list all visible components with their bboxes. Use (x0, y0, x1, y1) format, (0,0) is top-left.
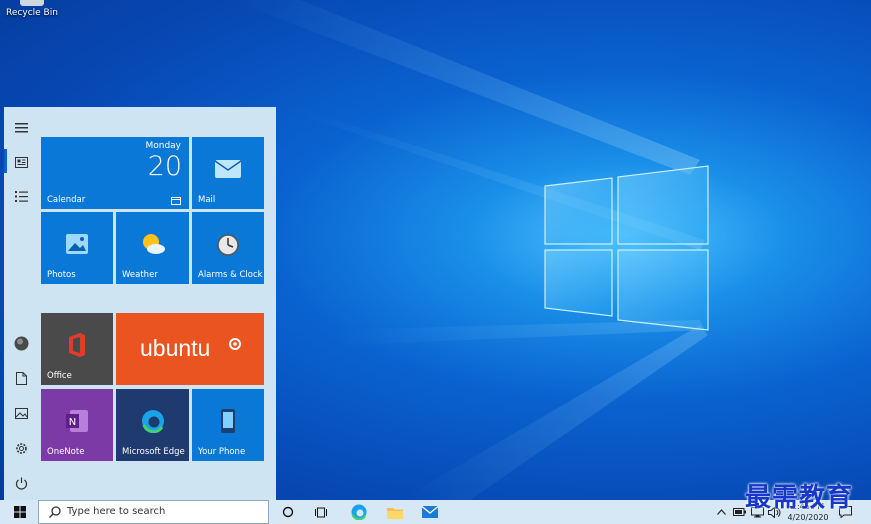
start-menu: Monday 20 Calendar Mail Photos Weather A… (4, 107, 276, 500)
tile-edge-label: Microsoft Edge (122, 447, 185, 457)
cortana-icon[interactable] (278, 500, 298, 524)
file-explorer-icon[interactable] (383, 500, 407, 524)
search-icon (49, 506, 61, 518)
tile-photos[interactable]: Photos (41, 212, 113, 284)
pictures-icon[interactable] (13, 405, 29, 421)
recycle-bin-shortcut[interactable]: Recycle Bin (6, 0, 58, 18)
start-rail (4, 107, 38, 500)
calendar-day-number: 20 (147, 151, 182, 182)
ubuntu-logo-icon (229, 338, 241, 350)
documents-icon[interactable] (13, 370, 29, 386)
tile-phone-label: Your Phone (198, 447, 246, 457)
tile-mail-label: Mail (198, 195, 216, 205)
tile-calendar-label: Calendar (47, 195, 86, 205)
tile-ubuntu[interactable]: ubuntu (116, 313, 264, 385)
photos-icon (66, 233, 88, 254)
tile-alarms-label: Alarms & Clock (198, 270, 263, 280)
office-icon (69, 332, 85, 357)
watermark: 最需教育 (745, 483, 854, 513)
tile-your-phone[interactable]: Your Phone (192, 389, 264, 461)
power-icon[interactable] (13, 475, 29, 491)
chevron-up-icon[interactable] (714, 500, 728, 524)
phone-icon (221, 408, 235, 433)
tile-mail[interactable]: Mail (192, 137, 264, 209)
tile-calendar[interactable]: Monday 20 Calendar (41, 137, 189, 209)
task-view-icon[interactable] (311, 500, 331, 524)
windows-start-icon[interactable] (8, 500, 32, 524)
desktop: Recycle Bin Monday 20 Calendar Mail Phot… (0, 0, 871, 500)
tile-photos-label: Photos (47, 270, 76, 280)
recycle-bin-label: Recycle Bin (6, 8, 58, 18)
search-box[interactable]: Type here to search (38, 500, 269, 524)
weather-icon (142, 233, 165, 254)
list-icon[interactable] (13, 188, 29, 204)
mail-taskbar-icon[interactable] (418, 500, 442, 524)
ubuntu-wordmark: ubuntu (140, 335, 211, 361)
edge-taskbar-icon[interactable] (347, 500, 371, 524)
calendar-icon (171, 197, 181, 205)
svg-text:N: N (69, 417, 76, 428)
calendar-day-name: Monday (145, 141, 181, 151)
taskbar: Type here to search 1:46 PM 4/20/2020 (0, 500, 871, 524)
alarm-clock-icon (217, 233, 239, 256)
tile-office[interactable]: Office (41, 313, 113, 385)
recycle-bin-icon (20, 0, 44, 6)
rail-selection-indicator (4, 149, 7, 173)
menu-icon[interactable] (13, 120, 29, 136)
tiles-icon[interactable] (13, 154, 29, 170)
tile-onenote-label: OneNote (47, 447, 85, 457)
tile-onenote[interactable]: N OneNote (41, 389, 113, 461)
search-placeholder: Type here to search (67, 506, 166, 517)
tile-office-label: Office (47, 371, 72, 381)
onenote-icon: N (66, 409, 88, 432)
settings-icon[interactable] (13, 440, 29, 456)
mail-icon (215, 159, 241, 178)
tile-alarms-clock[interactable]: Alarms & Clock (192, 212, 264, 284)
avatar[interactable] (13, 335, 29, 351)
tile-weather-label: Weather (122, 270, 158, 280)
windows-logo-glow (544, 165, 709, 331)
edge-icon (141, 409, 164, 433)
tile-weather[interactable]: Weather (116, 212, 189, 284)
tile-microsoft-edge[interactable]: Microsoft Edge (116, 389, 189, 461)
